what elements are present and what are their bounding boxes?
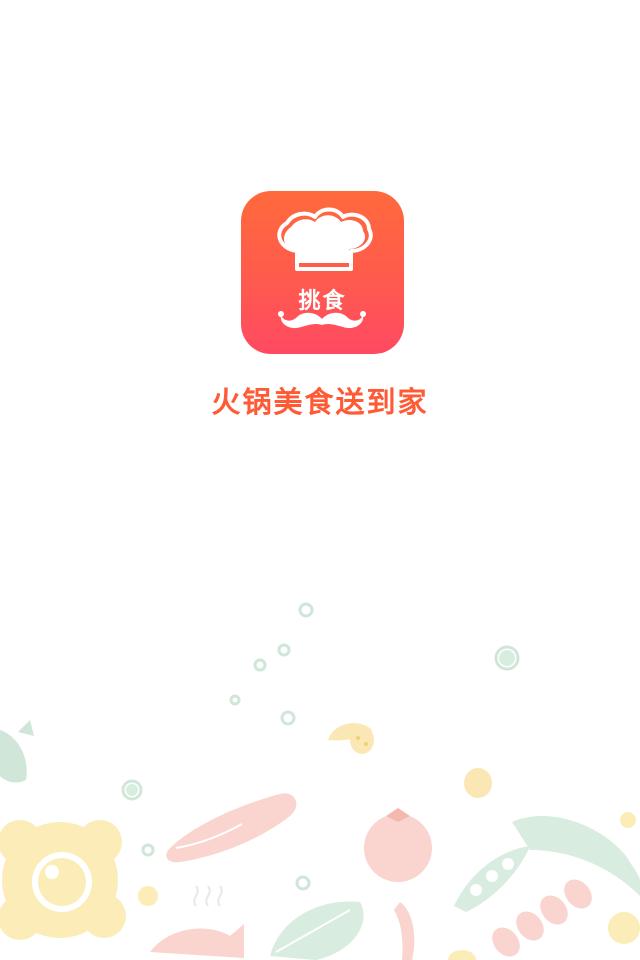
logo-text: 挑食 xyxy=(298,288,347,314)
slogan: 火锅美食送到家 xyxy=(211,385,429,419)
vegetable-pattern-illustration xyxy=(0,602,640,960)
chef-hat-mustache-icon xyxy=(277,207,373,329)
app-logo: 挑食 xyxy=(241,191,404,354)
splash-screen: 挑食 火锅美食送到家 xyxy=(0,0,640,960)
